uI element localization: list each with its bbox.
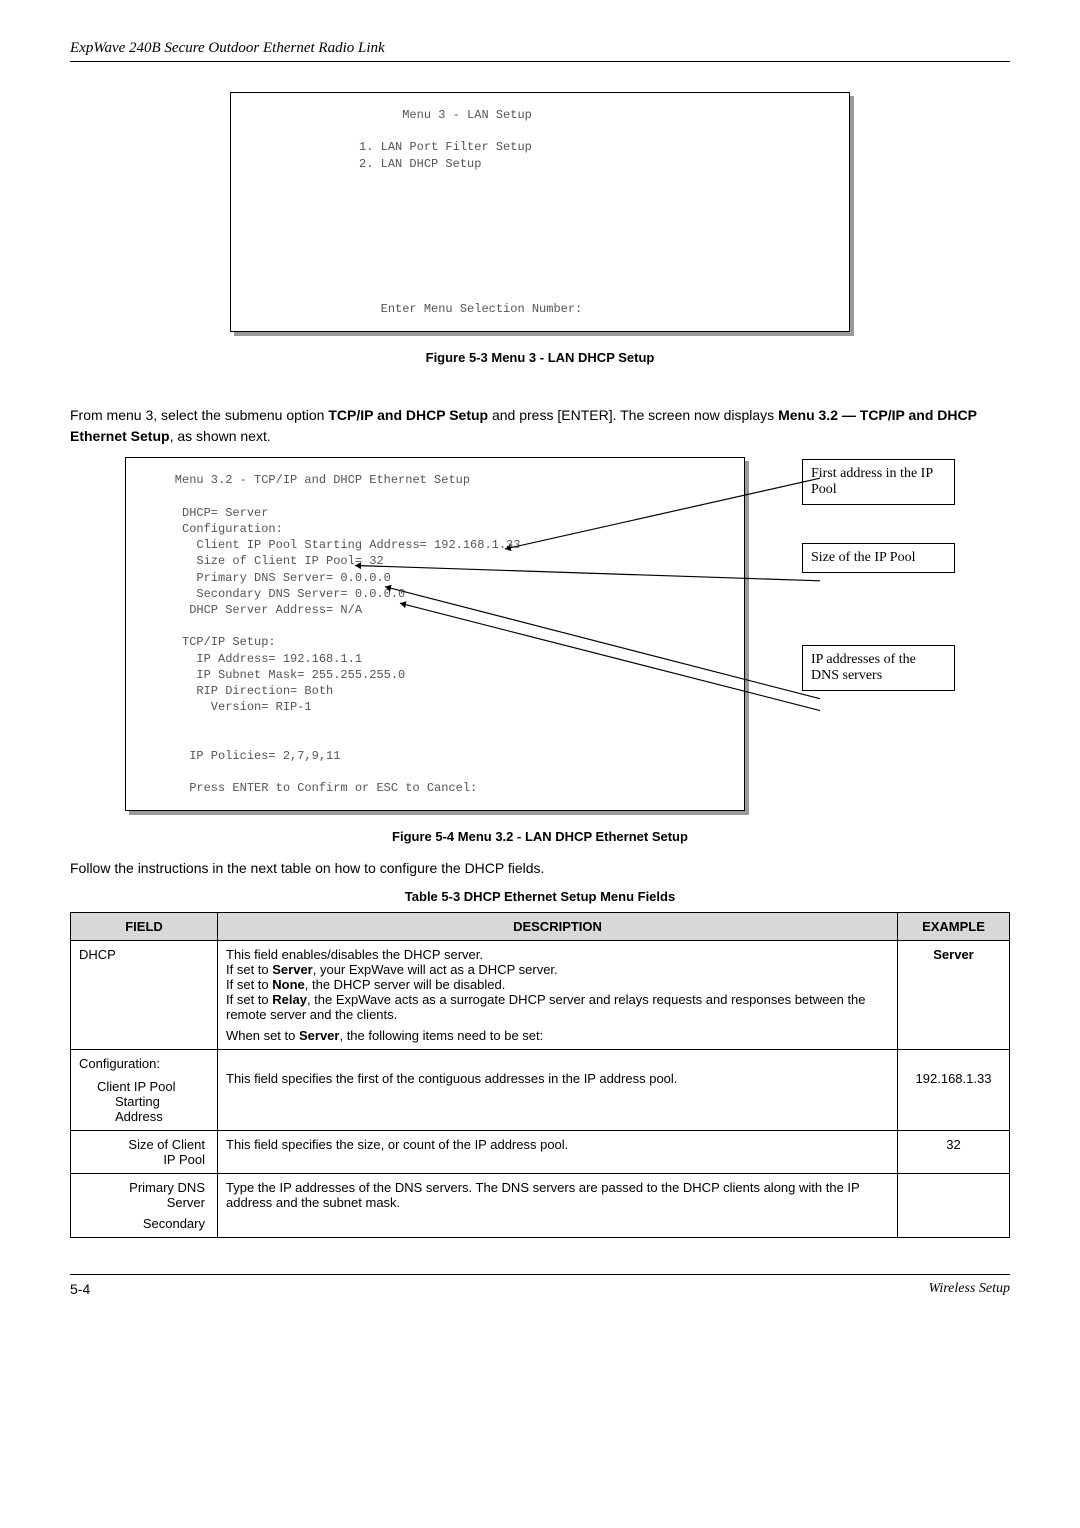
cell-description: This field specifies the first of the co… <box>218 1050 898 1131</box>
cell-example: 32 <box>898 1131 1010 1174</box>
text: When set to <box>226 1028 299 1043</box>
text: Secondary <box>143 1216 205 1231</box>
text: If set to <box>226 992 272 1007</box>
text: Primary DNS <box>129 1180 205 1195</box>
th-field: FIELD <box>71 913 218 941</box>
cell-example: 192.168.1.33 <box>898 1050 1010 1131</box>
figure-5-3-caption: Figure 5-3 Menu 3 - LAN DHCP Setup <box>70 350 1010 365</box>
callout-first-address: First address in the IP Pool <box>802 459 955 505</box>
text: Size of Client <box>128 1137 205 1152</box>
page-footer: 5-4 Wireless Setup <box>70 1274 1010 1297</box>
terminal-menu32-content: Menu 3.2 - TCP/IP and DHCP Ethernet Setu… <box>125 457 745 811</box>
footer-section-title: Wireless Setup <box>928 1281 1010 1297</box>
dhcp-fields-table: FIELD DESCRIPTION EXAMPLE DHCP This fiel… <box>70 912 1010 1238</box>
text: , the following items need to be set: <box>339 1028 543 1043</box>
cell-description: Type the IP addresses of the DNS servers… <box>218 1174 898 1238</box>
text: This field enables/disables the DHCP ser… <box>226 947 483 962</box>
th-example: EXAMPLE <box>898 913 1010 941</box>
paragraph-1: From menu 3, select the submenu option T… <box>70 405 1010 447</box>
text: 192.168.1.33 <box>916 1071 992 1086</box>
text: Server <box>167 1195 205 1210</box>
text: Configuration: <box>79 1056 160 1071</box>
text: IP Pool <box>163 1152 205 1167</box>
table-row: Size of Client IP Pool This field specif… <box>71 1131 1010 1174</box>
cell-field: Primary DNS Server Secondary <box>71 1174 218 1238</box>
text-bold: None <box>272 977 305 992</box>
text: This field specifies the first of the co… <box>226 1071 677 1086</box>
table-5-3-caption: Table 5-3 DHCP Ethernet Setup Menu Field… <box>70 889 1010 904</box>
table-row: Configuration: Client IP Pool Starting A… <box>71 1050 1010 1131</box>
cell-field: DHCP <box>71 941 218 1050</box>
table-row: DHCP This field enables/disables the DHC… <box>71 941 1010 1050</box>
text: Address <box>97 1109 163 1124</box>
terminal-menu3: Menu 3 - LAN Setup 1. LAN Port Filter Se… <box>230 92 850 332</box>
text: , your ExpWave will act as a DHCP server… <box>313 962 558 977</box>
text-bold: Server <box>272 962 312 977</box>
terminal-menu32-wrap: Menu 3.2 - TCP/IP and DHCP Ethernet Setu… <box>125 457 955 811</box>
callout-pool-size: Size of the IP Pool <box>802 543 955 573</box>
cell-description: This field enables/disables the DHCP ser… <box>218 941 898 1050</box>
cell-field: Size of Client IP Pool <box>71 1131 218 1174</box>
table-header-row: FIELD DESCRIPTION EXAMPLE <box>71 913 1010 941</box>
text: From menu 3, select the submenu option <box>70 407 328 423</box>
text: , the DHCP server will be disabled. <box>305 977 506 992</box>
cell-description: This field specifies the size, or count … <box>218 1131 898 1174</box>
cell-field: Configuration: Client IP Pool Starting A… <box>71 1050 218 1131</box>
text-bold: Server <box>299 1028 339 1043</box>
table-row: Primary DNS Server Secondary Type the IP… <box>71 1174 1010 1238</box>
text: , the ExpWave acts as a surrogate DHCP s… <box>226 992 866 1022</box>
terminal-menu3-content: Menu 3 - LAN Setup 1. LAN Port Filter Se… <box>230 92 850 332</box>
page-header: ExpWave 240B Secure Outdoor Ethernet Rad… <box>70 40 1010 62</box>
text: Client IP Pool Starting Address <box>79 1079 209 1124</box>
paragraph-2: Follow the instructions in the next tabl… <box>70 858 1010 879</box>
callout-dns-addresses: IP addresses of the DNS servers <box>802 645 955 691</box>
text-bold: Relay <box>272 992 307 1007</box>
th-description: DESCRIPTION <box>218 913 898 941</box>
text-bold: Server <box>933 947 973 962</box>
cell-example: Server <box>898 941 1010 1050</box>
text: Starting <box>97 1094 160 1109</box>
cell-example <box>898 1174 1010 1238</box>
text: Client IP Pool <box>97 1079 176 1094</box>
footer-page-number: 5-4 <box>70 1281 90 1297</box>
text: If set to <box>226 977 272 992</box>
text: , as shown next. <box>170 428 271 444</box>
text-bold: TCP/IP and DHCP Setup <box>328 407 488 423</box>
text: and press [ENTER]. The screen now displa… <box>488 407 778 423</box>
text: If set to <box>226 962 272 977</box>
figure-5-4-caption: Figure 5-4 Menu 3.2 - LAN DHCP Ethernet … <box>70 829 1010 844</box>
